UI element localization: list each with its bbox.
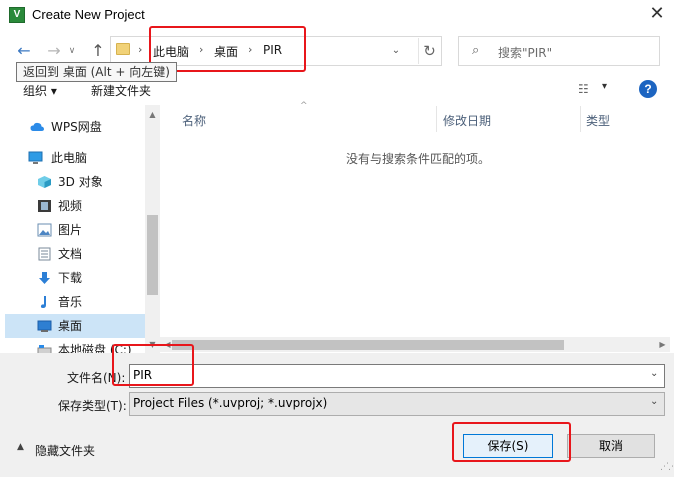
folder-icon: [116, 43, 130, 55]
picture-icon: [37, 223, 52, 237]
column-header-type[interactable]: 类型: [586, 112, 610, 129]
sidebar-item-label: 桌面: [58, 319, 83, 333]
filename-field[interactable]: [129, 364, 665, 388]
sidebar-item-videos[interactable]: 视频: [5, 194, 146, 218]
highlight-box-save: [452, 422, 571, 462]
navigation-scroll-thumb[interactable]: [147, 215, 158, 295]
sidebar-item-label: 3D 对象: [58, 175, 103, 189]
computer-icon: [28, 151, 43, 164]
sidebar-item-label: 此电脑: [51, 151, 88, 165]
app-icon: V: [9, 7, 25, 23]
search-icon: ⌕: [472, 43, 480, 58]
view-options-icon[interactable]: ☷: [578, 82, 589, 96]
sidebar-item-downloads[interactable]: 下载: [5, 266, 146, 290]
new-folder-button[interactable]: 新建文件夹: [91, 82, 151, 99]
chevron-up-icon[interactable]: ▲: [17, 442, 24, 452]
column-divider[interactable]: [436, 106, 437, 132]
breadcrumb-separator: ›: [138, 43, 143, 56]
close-icon[interactable]: ✕: [645, 3, 669, 27]
sidebar-item-music[interactable]: 音乐: [5, 290, 146, 314]
sidebar-item-label: 文档: [58, 247, 83, 261]
file-list-scroll-thumb[interactable]: [172, 340, 564, 350]
chevron-down-icon[interactable]: ⌄: [650, 396, 658, 407]
scroll-right-icon[interactable]: ▶: [655, 340, 670, 349]
recent-locations-icon[interactable]: ∨: [66, 40, 78, 62]
organize-menu[interactable]: 组织 ▾: [23, 82, 57, 99]
sidebar-item-label: 下载: [58, 271, 83, 285]
sidebar-item-wps-cloud[interactable]: WPS网盘: [5, 115, 146, 139]
cancel-button[interactable]: 取消: [567, 434, 655, 458]
chevron-down-icon[interactable]: ⌄: [650, 368, 658, 379]
sidebar-item-desktop[interactable]: 桌面: [5, 314, 146, 338]
desktop-icon: [37, 320, 52, 332]
search-input[interactable]: [458, 36, 660, 66]
sidebar-item-this-pc[interactable]: 此电脑: [5, 146, 146, 170]
scroll-up-icon[interactable]: ▲: [145, 110, 160, 119]
document-icon: [38, 247, 51, 261]
cube-icon: [38, 176, 51, 188]
sidebar-item-3d-objects[interactable]: 3D 对象: [5, 170, 146, 194]
window-title: Create New Project: [32, 7, 145, 22]
sidebar-item-label: 图片: [58, 223, 83, 237]
up-arrow-icon[interactable]: ↑: [88, 40, 108, 62]
hide-folders-toggle[interactable]: 隐藏文件夹: [35, 442, 95, 459]
column-header-name[interactable]: 名称: [182, 112, 206, 129]
sort-ascending-icon: ^: [300, 101, 308, 111]
back-arrow-icon[interactable]: ←: [14, 40, 34, 62]
sidebar-item-documents[interactable]: 文档: [5, 242, 146, 266]
forward-arrow-icon[interactable]: →: [44, 40, 64, 62]
filetype-value[interactable]: Project Files (*.uvproj; *.uvprojx): [133, 396, 327, 410]
column-divider[interactable]: [580, 106, 581, 132]
app-icon-letter: V: [13, 9, 21, 20]
column-header-modified[interactable]: 修改日期: [443, 112, 491, 129]
drive-icon: [37, 345, 52, 353]
sidebar-item-pictures[interactable]: 图片: [5, 218, 146, 242]
filetype-label: 保存类型(T):: [58, 399, 127, 413]
chevron-down-icon[interactable]: ⌄: [388, 40, 404, 62]
empty-message: 没有与搜索条件匹配的项。: [346, 152, 491, 166]
sidebar-item-label: 音乐: [58, 295, 83, 309]
resize-grip-icon[interactable]: ⋰⋰: [660, 462, 674, 472]
sidebar-item-label: WPS网盘: [51, 120, 102, 134]
download-icon: [39, 272, 50, 284]
refresh-icon[interactable]: ↻: [418, 38, 440, 64]
view-dropdown-icon[interactable]: ▾: [602, 81, 607, 92]
back-tooltip: 返回到 桌面 (Alt + 向左键): [16, 62, 177, 82]
sidebar-item-label: 视频: [58, 199, 83, 213]
cloud-icon: [30, 122, 44, 131]
search-placeholder: 搜索"PIR": [498, 46, 553, 60]
music-icon: [40, 296, 46, 308]
video-icon: [38, 200, 51, 212]
navigation-pane: WPS网盘 此电脑 3D 对象 视频 图片 文档 下载 音乐 桌面 本地磁盘 (…: [5, 105, 160, 353]
help-icon[interactable]: ?: [639, 80, 657, 98]
highlight-box-filename: [112, 344, 194, 386]
